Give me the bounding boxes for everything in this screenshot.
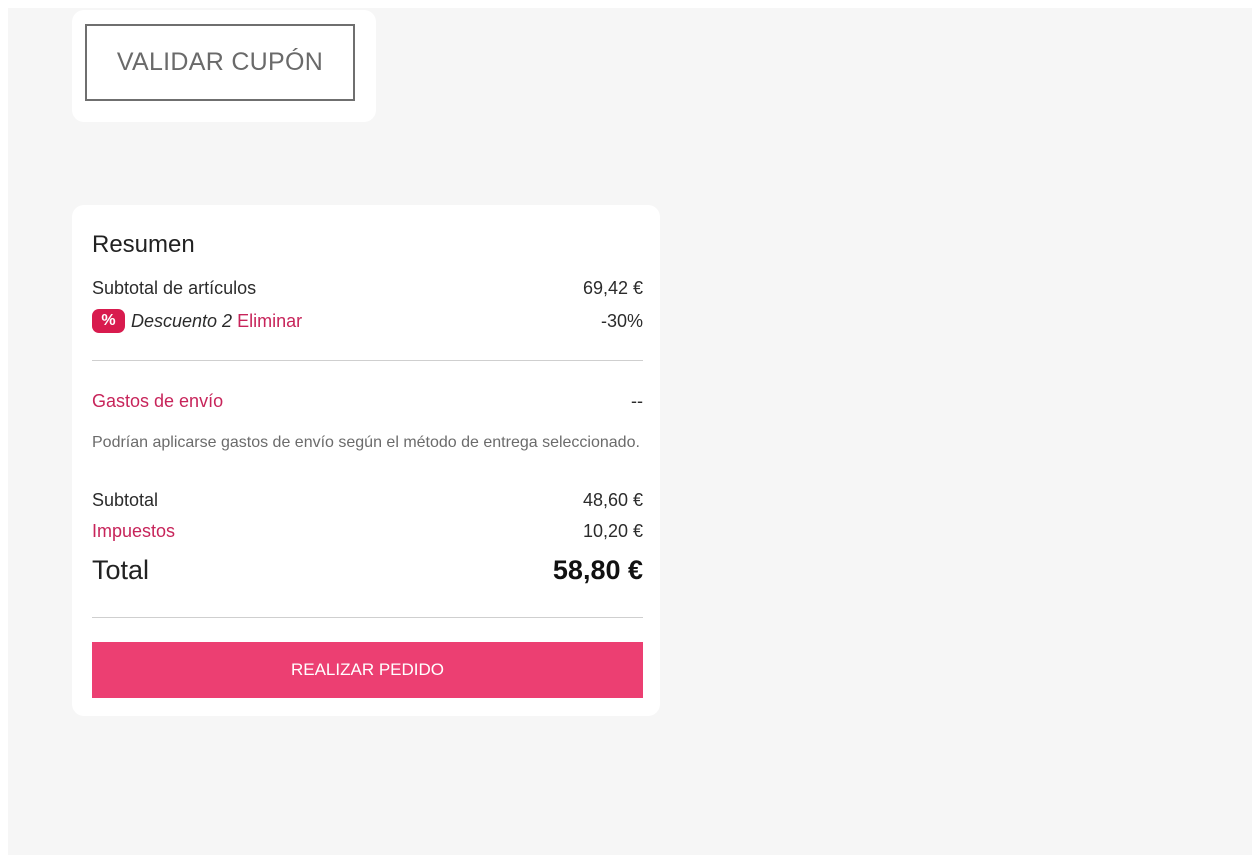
items-subtotal-label: Subtotal de artículos	[92, 278, 257, 298]
subtotal-label: Subtotal	[92, 490, 159, 510]
discount-info: % Descuento 2 Eliminar	[92, 309, 302, 333]
shipping-row: Gastos de envío --	[92, 391, 643, 412]
discount-row: % Descuento 2 Eliminar -30%	[92, 309, 643, 333]
total-label: Total	[92, 555, 150, 585]
total-row: Total 58,80 €	[92, 555, 643, 586]
summary-title: Resumen	[92, 231, 195, 258]
percent-badge-icon: %	[92, 309, 125, 333]
remove-discount-link[interactable]: Eliminar	[237, 311, 302, 332]
items-subtotal-row: Subtotal de artículos 69,42 €	[92, 278, 643, 299]
shipping-value: --	[631, 391, 643, 411]
coupon-card: VALIDAR CUPÓN	[72, 10, 376, 122]
divider	[92, 360, 643, 361]
page-background: VALIDAR CUPÓN Resumen Subtotal de artícu…	[8, 8, 1252, 855]
taxes-value: 10,20 €	[582, 521, 643, 541]
subtotal-value: 48,60 €	[582, 490, 643, 510]
validate-coupon-button[interactable]: VALIDAR CUPÓN	[85, 24, 355, 101]
subtotal-row: Subtotal 48,60 €	[92, 490, 643, 511]
divider	[92, 617, 643, 618]
discount-name: Descuento 2	[131, 310, 233, 331]
discount-value: -30%	[600, 310, 643, 331]
shipping-label[interactable]: Gastos de envío	[92, 391, 223, 412]
taxes-label[interactable]: Impuestos	[92, 521, 175, 542]
items-subtotal-value: 69,42 €	[582, 278, 643, 298]
taxes-row: Impuestos 10,20 €	[92, 521, 643, 542]
shipping-note: Podrían aplicarse gastos de envío según …	[92, 434, 640, 451]
order-summary-card: Resumen Subtotal de artículos 69,42 € % …	[72, 205, 660, 716]
place-order-button[interactable]: REALIZAR PEDIDO	[92, 642, 643, 698]
total-value: 58,80 €	[552, 555, 643, 585]
